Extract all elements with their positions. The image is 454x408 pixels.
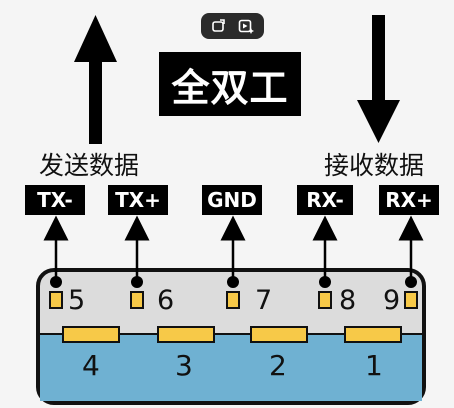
mode-title: 全双工 <box>171 65 289 110</box>
pin-number-8: 8 <box>339 285 357 316</box>
play-sparkle-icon[interactable] <box>236 16 256 36</box>
pin-tag-rx-plus: RX+ <box>379 185 439 215</box>
pin-tag-gnd: GND <box>202 185 262 215</box>
pin-tag-rx-minus: RX- <box>297 185 353 215</box>
usb3-pinout-diagram: 全双工 发送数据 接收数据 TX- TX+ GND RX- RX+ 5 6 7 … <box>0 0 454 408</box>
send-data-label: 发送数据 <box>39 151 140 180</box>
pin-tag-tx-plus: TX+ <box>108 185 168 215</box>
pin-dot-7 <box>227 276 239 288</box>
rotate-image-icon[interactable] <box>209 16 229 36</box>
pin-dot-8 <box>319 276 331 288</box>
pin-number-1: 1 <box>365 349 383 382</box>
pin-number-7: 7 <box>255 285 273 316</box>
pin-tag-tx-minus: TX- <box>25 185 85 215</box>
image-toolbar <box>201 13 264 39</box>
pin-number-2: 2 <box>269 349 287 382</box>
pin-dot-6 <box>131 276 143 288</box>
receive-data-label: 接收数据 <box>324 151 425 180</box>
pin-dot-9 <box>405 276 417 288</box>
pin-dot-5 <box>50 276 62 288</box>
receive-arrow <box>357 15 400 143</box>
pin-number-6: 6 <box>157 285 175 316</box>
pin-number-5: 5 <box>68 285 86 316</box>
pin-number-3: 3 <box>175 349 193 382</box>
send-arrow <box>74 15 117 144</box>
mode-title-badge: 全双工 <box>159 52 301 116</box>
pin-number-4: 4 <box>82 349 100 382</box>
pin-number-9: 9 <box>383 285 401 316</box>
